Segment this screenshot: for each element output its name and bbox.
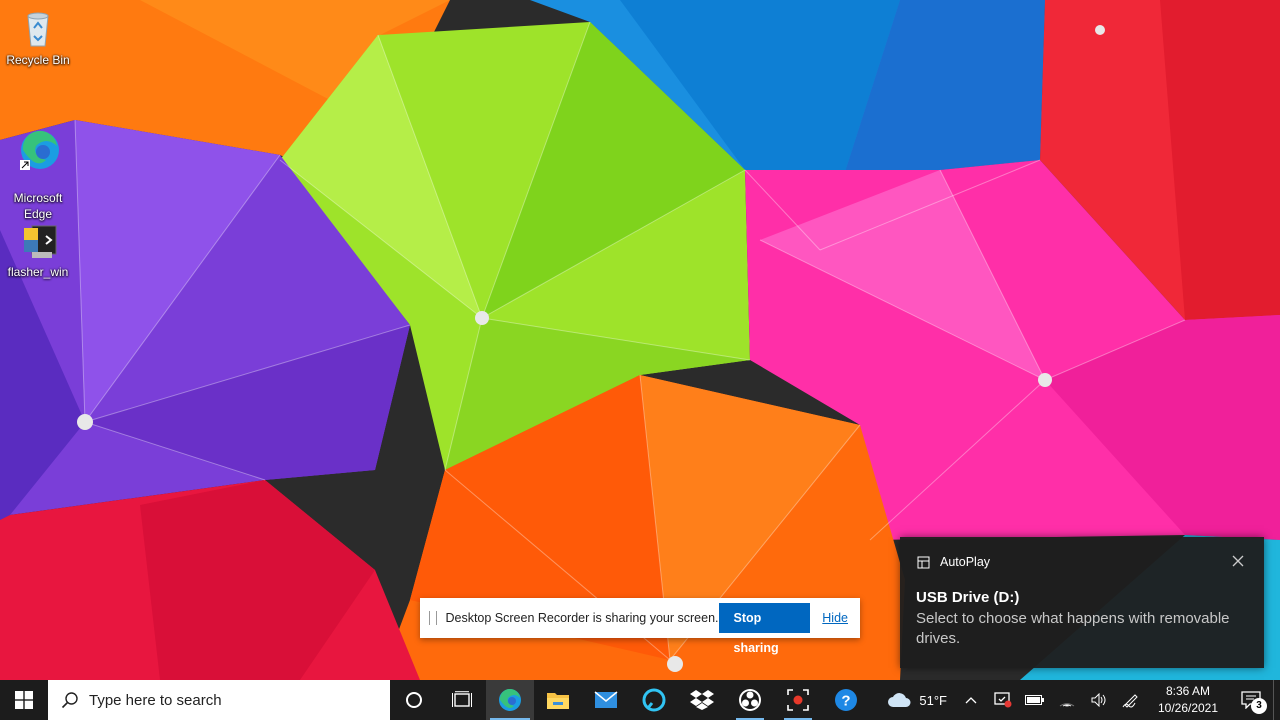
- start-button[interactable]: [0, 680, 48, 720]
- tray-wifi[interactable]: [1051, 680, 1083, 720]
- python-file-icon: [24, 225, 57, 258]
- wifi-icon: [1059, 703, 1075, 707]
- taskbar-screen-recorder[interactable]: [774, 680, 822, 720]
- show-desktop-button[interactable]: [1273, 680, 1280, 720]
- weather-temperature: 51°F: [919, 692, 947, 708]
- cortana-button[interactable]: [390, 680, 438, 720]
- pen-icon: [1122, 694, 1138, 708]
- screen-sharing-bar: Desktop Screen Recorder is sharing your …: [420, 598, 860, 655]
- drag-handle[interactable]: [429, 611, 438, 625]
- toast-title: USB Drive (D:): [916, 589, 1020, 606]
- desktop-icon-flasher-win[interactable]: flasher_win: [2, 218, 74, 280]
- svg-text:?: ?: [841, 693, 850, 710]
- taskbar-edge[interactable]: [486, 680, 534, 720]
- taskbar-dropbox[interactable]: [678, 680, 726, 720]
- autoplay-icon: [917, 556, 930, 568]
- toast-header: AutoPlay: [917, 555, 990, 569]
- close-icon[interactable]: [1230, 553, 1246, 569]
- desktop-icon-edge[interactable]: Microsoft Edge: [2, 112, 74, 222]
- file-explorer-icon: [547, 693, 569, 709]
- tray-battery[interactable]: [1019, 680, 1051, 720]
- tray-pen[interactable]: [1115, 680, 1147, 720]
- taskbar-alexa[interactable]: [630, 680, 678, 720]
- security-alert-icon: [994, 692, 1012, 708]
- help-icon: ?: [835, 689, 857, 711]
- search-input[interactable]: Type here to search: [48, 680, 390, 720]
- edge-icon: [499, 688, 521, 711]
- toast-app-name: AutoPlay: [940, 555, 991, 569]
- search-icon: [61, 692, 78, 709]
- clock[interactable]: 8:36 AM 10/26/2021: [1147, 683, 1229, 717]
- taskbar-help[interactable]: ?: [822, 680, 870, 720]
- screen-recorder-icon: [787, 689, 809, 711]
- desktop-icon-recycle-bin[interactable]: Recycle Bin: [2, 6, 74, 68]
- cortana-icon: [406, 692, 422, 708]
- taskbar-mail[interactable]: [582, 680, 630, 720]
- desktop-icon-label: flasher_win: [7, 265, 69, 279]
- show-hidden-icons-button[interactable]: [955, 680, 987, 720]
- system-tray: 51°F 8:36 AM 10/26/2021 3: [881, 680, 1280, 720]
- mail-icon: [594, 691, 618, 708]
- chevron-up-icon: [965, 697, 977, 704]
- clock-time: 8:36 AM: [1165, 684, 1211, 698]
- obs-icon: [739, 689, 761, 711]
- windows-icon: [15, 691, 33, 709]
- autoplay-notification[interactable]: AutoPlay USB Drive (D:) Select to choose…: [900, 537, 1264, 668]
- clock-date: 10/26/2021: [1157, 701, 1219, 715]
- taskbar-obs[interactable]: [726, 680, 774, 720]
- stop-sharing-button[interactable]: Stop sharing: [718, 603, 811, 655]
- weather-widget[interactable]: 51°F: [881, 680, 955, 720]
- desktop-icon-label: Recycle Bin: [6, 53, 70, 67]
- edge-icon: [20, 130, 59, 170]
- tray-security[interactable]: [987, 680, 1019, 720]
- task-view-icon: [452, 691, 472, 707]
- desktop-icon-label: Microsoft Edge: [13, 191, 63, 221]
- battery-icon: [1025, 695, 1044, 705]
- alexa-icon: [642, 688, 666, 712]
- sharing-message: Desktop Screen Recorder is sharing your …: [445, 611, 719, 625]
- toast-body: Select to choose what happens with remov…: [916, 610, 1230, 647]
- notifications-button[interactable]: 3: [1229, 680, 1273, 720]
- task-view-button[interactable]: [438, 680, 486, 720]
- recycle-bin-icon: [27, 12, 49, 47]
- taskbar: Type here to search ? 51°F 8:36 AM 10/26…: [0, 680, 1280, 720]
- dropbox-icon: [690, 690, 714, 710]
- speaker-icon: [1091, 693, 1106, 707]
- hide-link[interactable]: Hide: [822, 611, 848, 625]
- taskbar-file-explorer[interactable]: [534, 680, 582, 720]
- cloud-icon: [888, 693, 911, 707]
- search-placeholder: Type here to search: [89, 691, 222, 709]
- tray-volume[interactable]: [1083, 680, 1115, 720]
- notification-count-badge: 3: [1251, 698, 1267, 714]
